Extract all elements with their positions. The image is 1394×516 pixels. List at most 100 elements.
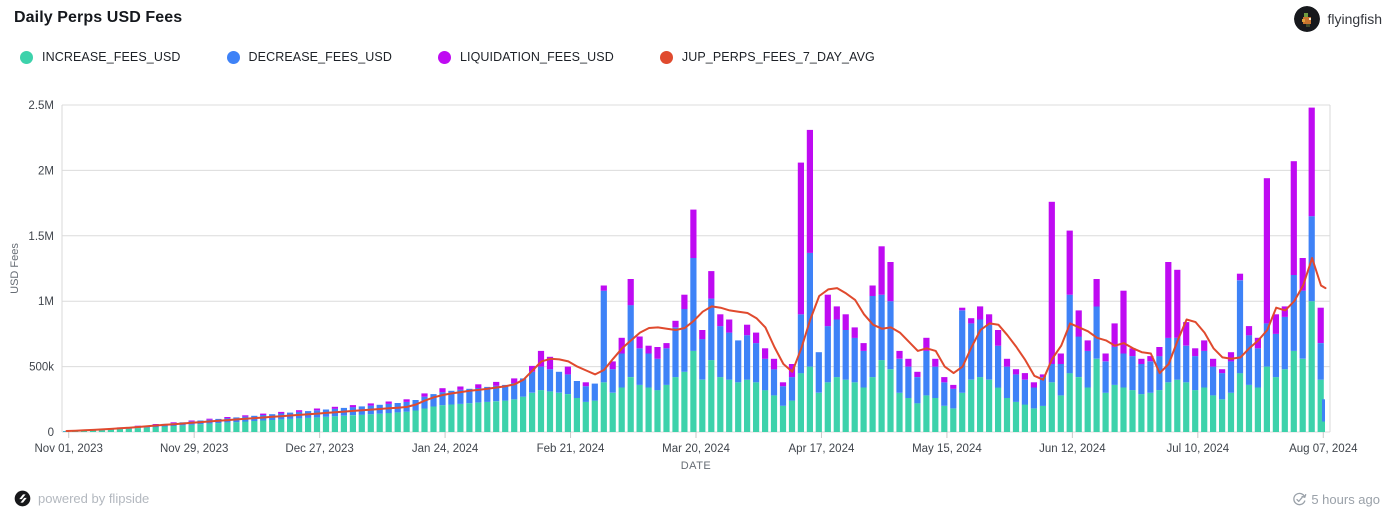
bar-increase-segment[interactable] <box>386 413 392 432</box>
bar-liquidation-segment[interactable] <box>870 286 876 297</box>
bar-decrease-segment[interactable] <box>780 386 786 406</box>
bar-increase-segment[interactable] <box>171 426 177 432</box>
bar-liquidation-segment[interactable] <box>905 359 911 367</box>
bar-decrease-segment[interactable] <box>556 372 562 393</box>
bar-decrease-segment[interactable] <box>959 310 965 392</box>
bar-increase-segment[interactable] <box>413 410 419 432</box>
bar-decrease-segment[interactable] <box>771 369 777 395</box>
bar-liquidation-segment[interactable] <box>1103 354 1109 362</box>
bar-liquidation-segment[interactable] <box>1085 340 1091 351</box>
bar-decrease-segment[interactable] <box>1318 343 1324 380</box>
bar-liquidation-segment[interactable] <box>708 271 714 299</box>
bar-decrease-segment[interactable] <box>950 389 956 409</box>
bar-increase-segment[interactable] <box>1031 409 1037 433</box>
bar-liquidation-segment[interactable] <box>439 388 445 392</box>
bar-increase-segment[interactable] <box>224 423 230 432</box>
bar-liquidation-segment[interactable] <box>959 308 965 311</box>
bar-increase-segment[interactable] <box>879 360 885 432</box>
bar-increase-segment[interactable] <box>771 395 777 432</box>
bar-liquidation-segment[interactable] <box>457 387 463 390</box>
bar-liquidation-segment[interactable] <box>646 346 652 354</box>
bar-liquidation-segment[interactable] <box>941 377 947 382</box>
bar-increase-segment[interactable] <box>995 388 1001 433</box>
bar-liquidation-segment[interactable] <box>1210 359 1216 367</box>
bar-increase-segment[interactable] <box>1192 390 1198 432</box>
bar-increase-segment[interactable] <box>628 377 634 432</box>
bar-decrease-segment[interactable] <box>870 296 876 377</box>
bar-decrease-segment[interactable] <box>1129 356 1135 390</box>
bar-increase-segment[interactable] <box>1120 388 1126 433</box>
bar-decrease-segment[interactable] <box>1112 347 1118 385</box>
bar-liquidation-segment[interactable] <box>852 327 858 338</box>
bar-decrease-segment[interactable] <box>1219 373 1225 399</box>
bar-liquidation-segment[interactable] <box>896 351 902 359</box>
bar-increase-segment[interactable] <box>735 382 741 432</box>
bar-decrease-segment[interactable] <box>1103 361 1109 392</box>
bar-increase-segment[interactable] <box>619 388 625 433</box>
bar-increase-segment[interactable] <box>1058 395 1064 432</box>
bar-decrease-segment[interactable] <box>1004 367 1010 398</box>
bar-decrease-segment[interactable] <box>1022 380 1028 405</box>
bar-increase-segment[interactable] <box>144 428 150 432</box>
bar-increase-segment[interactable] <box>807 367 813 432</box>
bar-decrease-segment[interactable] <box>726 333 732 380</box>
bar-liquidation-segment[interactable] <box>1237 274 1243 281</box>
bar-increase-segment[interactable] <box>269 420 275 432</box>
bar-increase-segment[interactable] <box>1076 377 1082 432</box>
bar-decrease-segment[interactable] <box>1300 291 1306 359</box>
bar-liquidation-segment[interactable] <box>565 367 571 375</box>
bar-increase-segment[interactable] <box>1183 382 1189 432</box>
bar-increase-segment[interactable] <box>1085 388 1091 433</box>
bar-increase-segment[interactable] <box>1201 388 1207 433</box>
bar-increase-segment[interactable] <box>690 351 696 432</box>
bar-increase-segment[interactable] <box>126 429 132 432</box>
bar-increase-segment[interactable] <box>1300 359 1306 432</box>
bar-decrease-segment[interactable] <box>637 348 643 385</box>
bar-increase-segment[interactable] <box>896 393 902 432</box>
bar-decrease-segment[interactable] <box>887 301 893 369</box>
bar-increase-segment[interactable] <box>162 427 168 433</box>
bar-increase-segment[interactable] <box>430 407 436 433</box>
bar-increase-segment[interactable] <box>1022 405 1028 433</box>
bar-increase-segment[interactable] <box>762 390 768 432</box>
bar-liquidation-segment[interactable] <box>1174 270 1180 338</box>
bar-increase-segment[interactable] <box>843 380 849 432</box>
bar-increase-segment[interactable] <box>511 399 517 432</box>
bar-decrease-segment[interactable] <box>735 340 741 382</box>
bar-decrease-segment[interactable] <box>690 258 696 351</box>
bar-increase-segment[interactable] <box>1049 382 1055 432</box>
bar-increase-segment[interactable] <box>189 425 195 432</box>
bar-increase-segment[interactable] <box>350 415 356 432</box>
bar-decrease-segment[interactable] <box>1210 367 1216 396</box>
bar-decrease-segment[interactable] <box>592 384 598 401</box>
bar-decrease-segment[interactable] <box>1120 354 1126 388</box>
bar-increase-segment[interactable] <box>484 402 490 432</box>
bar-increase-segment[interactable] <box>1040 406 1046 432</box>
bar-increase-segment[interactable] <box>466 403 472 432</box>
bar-increase-segment[interactable] <box>1282 369 1288 432</box>
bar-liquidation-segment[interactable] <box>672 321 678 328</box>
bar-increase-segment[interactable] <box>852 382 858 432</box>
bar-increase-segment[interactable] <box>206 424 212 432</box>
bar-increase-segment[interactable] <box>681 372 687 432</box>
bar-liquidation-segment[interactable] <box>762 348 768 359</box>
bar-liquidation-segment[interactable] <box>260 414 266 415</box>
bar-liquidation-segment[interactable] <box>1246 326 1252 335</box>
bar-decrease-segment[interactable] <box>932 367 938 398</box>
bar-liquidation-segment[interactable] <box>977 306 983 319</box>
bar-increase-segment[interactable] <box>1210 395 1216 432</box>
bar-increase-segment[interactable] <box>574 398 580 432</box>
bar-liquidation-segment[interactable] <box>583 382 589 386</box>
bar-liquidation-segment[interactable] <box>1031 382 1037 387</box>
bar-decrease-segment[interactable] <box>1067 295 1073 374</box>
bar-decrease-segment[interactable] <box>1291 275 1297 351</box>
bar-increase-segment[interactable] <box>197 424 203 432</box>
bar-liquidation-segment[interactable] <box>1138 359 1144 364</box>
bar-decrease-segment[interactable] <box>914 377 920 403</box>
user-account[interactable]: flyingfish <box>1294 6 1382 32</box>
bar-increase-segment[interactable] <box>1219 399 1225 432</box>
bar-increase-segment[interactable] <box>260 421 266 433</box>
bar-increase-segment[interactable] <box>1165 382 1171 432</box>
bar-liquidation-segment[interactable] <box>601 286 607 291</box>
bar-increase-segment[interactable] <box>1147 393 1153 432</box>
